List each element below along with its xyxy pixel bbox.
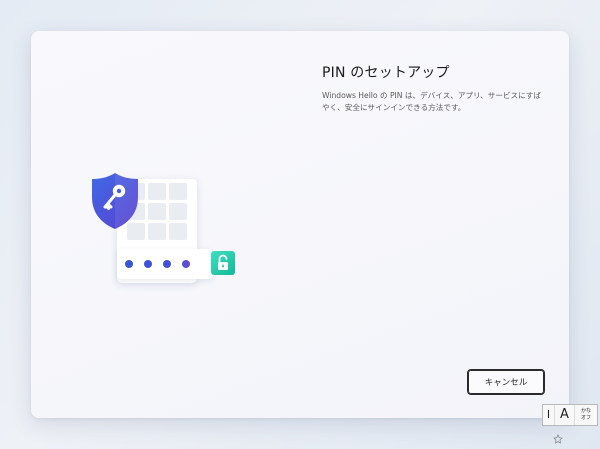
keypad-key xyxy=(169,203,187,220)
ime-input-mode-button[interactable]: A xyxy=(555,405,575,425)
ime-kana-toggle-button[interactable]: かな オフ xyxy=(575,405,597,425)
pin-icon[interactable] xyxy=(553,429,563,444)
keypad-key xyxy=(169,223,187,240)
pin-dot xyxy=(182,260,190,268)
keypad-key xyxy=(148,203,166,220)
ime-off-label: オフ xyxy=(580,415,591,421)
pin-dot xyxy=(144,260,152,268)
ime-kana-label: かな xyxy=(580,408,591,414)
ime-toolbar: I A かな オフ xyxy=(542,404,598,426)
pin-dot xyxy=(163,260,171,268)
shield-key-icon xyxy=(89,171,141,231)
pin-illustration xyxy=(89,171,249,291)
pin-dots-field xyxy=(117,249,213,279)
cancel-button[interactable]: キャンセル xyxy=(467,369,545,395)
page-description: Windows Hello の PIN は、デバイス、アプリ、サービスにすばやく… xyxy=(322,91,541,112)
unlocked-padlock-icon xyxy=(211,251,235,275)
keypad-key xyxy=(169,183,187,200)
ime-grip-handle[interactable]: I xyxy=(543,405,555,425)
pin-dot xyxy=(125,260,133,268)
page-title: PIN のセットアップ xyxy=(322,65,450,81)
keypad-key xyxy=(148,183,166,200)
keypad-key xyxy=(148,223,166,240)
